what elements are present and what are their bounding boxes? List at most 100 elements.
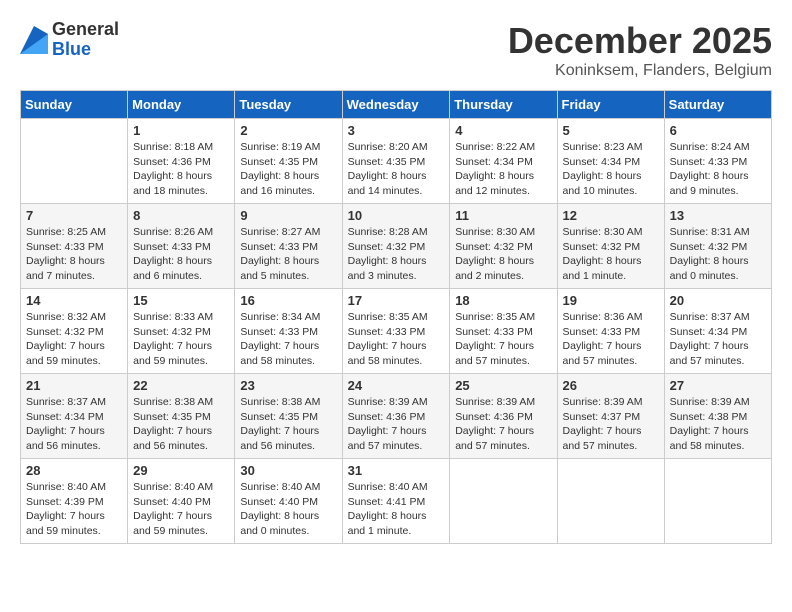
day-number: 22: [133, 378, 229, 393]
calendar-cell: 1 Sunrise: 8:18 AMSunset: 4:36 PMDaylight…: [128, 119, 235, 204]
day-number: 24: [348, 378, 445, 393]
calendar-cell: 3Sunrise: 8:20 AMSunset: 4:35 PMDaylight…: [342, 119, 450, 204]
month-title: December 2025: [508, 20, 772, 62]
week-row: 28 Sunrise: 8:40 AMSunset: 4:39 PMDayligh…: [21, 459, 772, 544]
day-info: Sunrise: 8:40 AMSunset: 4:39 PMDaylight:…: [26, 480, 122, 539]
day-header-sunday: Sunday: [21, 91, 128, 119]
calendar-cell: 20 Sunrise: 8:37 AMSunset: 4:34 PMDayligh…: [664, 289, 771, 374]
week-row: 7 Sunrise: 8:25 AMSunset: 4:33 PMDaylight…: [21, 204, 772, 289]
day-number: 29: [133, 463, 229, 478]
day-info: Sunrise: 8:40 AMSunset: 4:41 PMDaylight:…: [348, 480, 445, 539]
calendar-cell: 19Sunrise: 8:36 AMSunset: 4:33 PMDayligh…: [557, 289, 664, 374]
day-number: 4: [455, 123, 551, 138]
day-number: 11: [455, 208, 551, 223]
calendar-cell: 11 Sunrise: 8:30 AMSunset: 4:32 PMDayligh…: [450, 204, 557, 289]
day-number: 27: [670, 378, 766, 393]
day-info: Sunrise: 8:30 AMSunset: 4:32 PMDaylight:…: [455, 225, 551, 284]
day-info: Sunrise: 8:25 AMSunset: 4:33 PMDaylight:…: [26, 225, 122, 284]
title-area: December 2025 Koninksem, Flanders, Belgi…: [508, 20, 772, 80]
calendar-cell: 25 Sunrise: 8:39 AMSunset: 4:36 PMDayligh…: [450, 374, 557, 459]
day-number: 12: [563, 208, 659, 223]
day-info: Sunrise: 8:33 AMSunset: 4:32 PMDaylight:…: [133, 310, 229, 369]
calendar-cell: 28 Sunrise: 8:40 AMSunset: 4:39 PMDayligh…: [21, 459, 128, 544]
day-number: 1: [133, 123, 229, 138]
calendar-cell: 2 Sunrise: 8:19 AMSunset: 4:35 PMDaylight…: [235, 119, 342, 204]
day-info: Sunrise: 8:24 AMSunset: 4:33 PMDaylight:…: [670, 140, 766, 199]
calendar-cell: 14Sunrise: 8:32 AMSunset: 4:32 PMDayligh…: [21, 289, 128, 374]
day-number: 25: [455, 378, 551, 393]
day-number: 23: [240, 378, 336, 393]
week-row: 14Sunrise: 8:32 AMSunset: 4:32 PMDayligh…: [21, 289, 772, 374]
calendar-table: SundayMondayTuesdayWednesdayThursdayFrid…: [20, 90, 772, 544]
day-info: Sunrise: 8:40 AMSunset: 4:40 PMDaylight:…: [133, 480, 229, 539]
calendar-cell: 6 Sunrise: 8:24 AMSunset: 4:33 PMDaylight…: [664, 119, 771, 204]
header: General Blue December 2025 Koninksem, Fl…: [20, 20, 772, 80]
day-info: Sunrise: 8:18 AMSunset: 4:36 PMDaylight:…: [133, 140, 229, 199]
calendar-cell: 18 Sunrise: 8:35 AMSunset: 4:33 PMDayligh…: [450, 289, 557, 374]
day-number: 21: [26, 378, 122, 393]
day-info: Sunrise: 8:39 AMSunset: 4:38 PMDaylight:…: [670, 395, 766, 454]
day-number: 13: [670, 208, 766, 223]
day-header-friday: Friday: [557, 91, 664, 119]
day-info: Sunrise: 8:19 AMSunset: 4:35 PMDaylight:…: [240, 140, 336, 199]
logo-blue: Blue: [52, 40, 119, 60]
day-number: 5: [563, 123, 659, 138]
day-info: Sunrise: 8:23 AMSunset: 4:34 PMDaylight:…: [563, 140, 659, 199]
calendar-cell: 24Sunrise: 8:39 AMSunset: 4:36 PMDayligh…: [342, 374, 450, 459]
calendar-cell: 8 Sunrise: 8:26 AMSunset: 4:33 PMDaylight…: [128, 204, 235, 289]
day-number: 30: [240, 463, 336, 478]
logo: General Blue: [20, 20, 119, 60]
day-info: Sunrise: 8:35 AMSunset: 4:33 PMDaylight:…: [455, 310, 551, 369]
day-number: 28: [26, 463, 122, 478]
day-number: 16: [240, 293, 336, 308]
day-header-wednesday: Wednesday: [342, 91, 450, 119]
logo-general: General: [52, 20, 119, 40]
week-row: 21 Sunrise: 8:37 AMSunset: 4:34 PMDayligh…: [21, 374, 772, 459]
day-info: Sunrise: 8:35 AMSunset: 4:33 PMDaylight:…: [348, 310, 445, 369]
day-info: Sunrise: 8:39 AMSunset: 4:37 PMDaylight:…: [563, 395, 659, 454]
day-header-saturday: Saturday: [664, 91, 771, 119]
calendar-cell: 29 Sunrise: 8:40 AMSunset: 4:40 PMDayligh…: [128, 459, 235, 544]
calendar-cell: 12 Sunrise: 8:30 AMSunset: 4:32 PMDayligh…: [557, 204, 664, 289]
day-header-thursday: Thursday: [450, 91, 557, 119]
calendar-cell: 27 Sunrise: 8:39 AMSunset: 4:38 PMDayligh…: [664, 374, 771, 459]
day-info: Sunrise: 8:31 AMSunset: 4:32 PMDaylight:…: [670, 225, 766, 284]
day-number: 7: [26, 208, 122, 223]
day-info: Sunrise: 8:39 AMSunset: 4:36 PMDaylight:…: [455, 395, 551, 454]
calendar-cell: 10 Sunrise: 8:28 AMSunset: 4:32 PMDayligh…: [342, 204, 450, 289]
day-number: 15: [133, 293, 229, 308]
calendar-cell: [557, 459, 664, 544]
logo-icon: [20, 26, 48, 54]
day-info: Sunrise: 8:37 AMSunset: 4:34 PMDaylight:…: [670, 310, 766, 369]
day-number: 9: [240, 208, 336, 223]
day-info: Sunrise: 8:37 AMSunset: 4:34 PMDaylight:…: [26, 395, 122, 454]
day-number: 10: [348, 208, 445, 223]
calendar-cell: 31 Sunrise: 8:40 AMSunset: 4:41 PMDayligh…: [342, 459, 450, 544]
day-info: Sunrise: 8:22 AMSunset: 4:34 PMDaylight:…: [455, 140, 551, 199]
day-number: 3: [348, 123, 445, 138]
day-info: Sunrise: 8:38 AMSunset: 4:35 PMDaylight:…: [240, 395, 336, 454]
day-number: 18: [455, 293, 551, 308]
calendar-cell: 7 Sunrise: 8:25 AMSunset: 4:33 PMDaylight…: [21, 204, 128, 289]
day-number: 2: [240, 123, 336, 138]
day-info: Sunrise: 8:34 AMSunset: 4:33 PMDaylight:…: [240, 310, 336, 369]
calendar-cell: 23 Sunrise: 8:38 AMSunset: 4:35 PMDayligh…: [235, 374, 342, 459]
calendar-cell: 30Sunrise: 8:40 AMSunset: 4:40 PMDayligh…: [235, 459, 342, 544]
day-info: Sunrise: 8:30 AMSunset: 4:32 PMDaylight:…: [563, 225, 659, 284]
day-number: 31: [348, 463, 445, 478]
calendar-cell: [450, 459, 557, 544]
calendar-cell: 16 Sunrise: 8:34 AMSunset: 4:33 PMDayligh…: [235, 289, 342, 374]
day-header-monday: Monday: [128, 91, 235, 119]
day-info: Sunrise: 8:28 AMSunset: 4:32 PMDaylight:…: [348, 225, 445, 284]
day-number: 20: [670, 293, 766, 308]
calendar-cell: 17Sunrise: 8:35 AMSunset: 4:33 PMDayligh…: [342, 289, 450, 374]
day-number: 6: [670, 123, 766, 138]
day-info: Sunrise: 8:27 AMSunset: 4:33 PMDaylight:…: [240, 225, 336, 284]
day-info: Sunrise: 8:26 AMSunset: 4:33 PMDaylight:…: [133, 225, 229, 284]
calendar-cell: 5 Sunrise: 8:23 AMSunset: 4:34 PMDaylight…: [557, 119, 664, 204]
calendar-cell: [21, 119, 128, 204]
day-number: 8: [133, 208, 229, 223]
day-number: 14: [26, 293, 122, 308]
day-info: Sunrise: 8:36 AMSunset: 4:33 PMDaylight:…: [563, 310, 659, 369]
calendar-cell: 13 Sunrise: 8:31 AMSunset: 4:32 PMDayligh…: [664, 204, 771, 289]
